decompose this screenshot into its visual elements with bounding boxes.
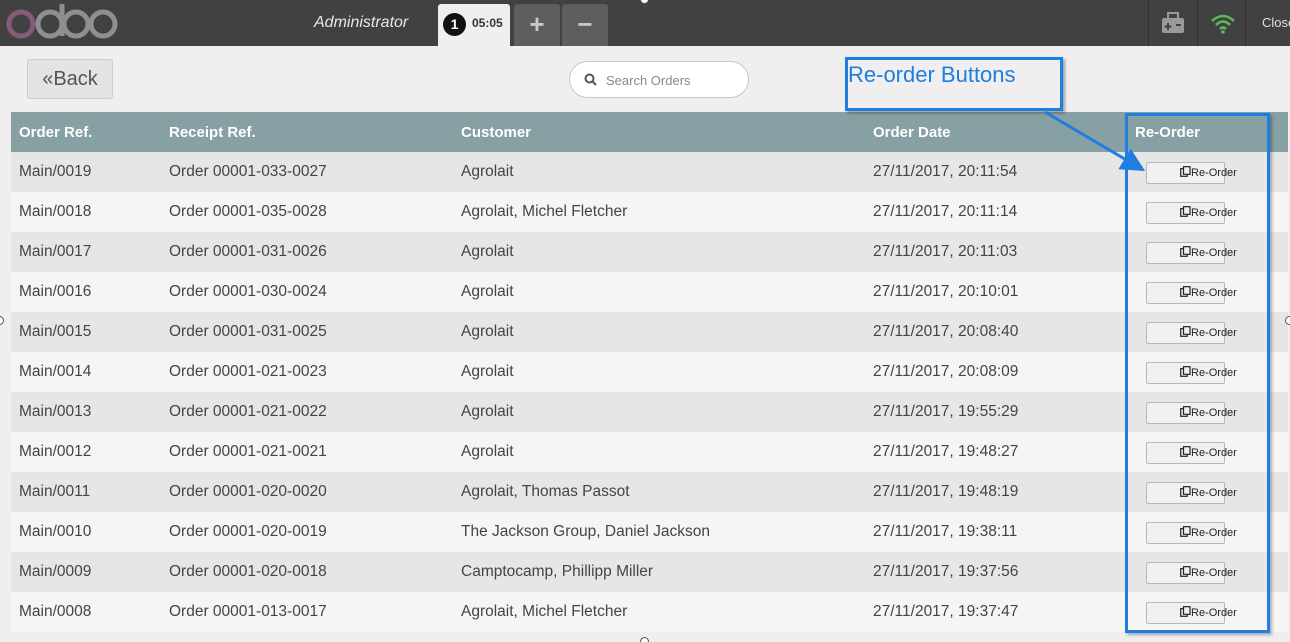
table-row[interactable]: Main/0015 Order 00001-031-0025 Agrolait 27/…: [11, 312, 1288, 352]
table-row[interactable]: Main/0017 Order 00001-031-0026 Agrolait 27/…: [11, 232, 1288, 272]
column-header-order-ref: Order Ref.: [19, 124, 93, 141]
column-header-customer: Customer: [461, 124, 532, 141]
cell-receipt-ref: Order 00001-031-0026: [169, 243, 327, 260]
printer-icon[interactable]: [1160, 10, 1186, 36]
cell-order-date: 27/11/2017, 20:08:40: [873, 323, 1019, 340]
cell-customer: Agrolait: [461, 403, 514, 420]
order-sequence-badge: 1: [443, 13, 466, 36]
cell-order-ref: Main/0010: [19, 523, 92, 540]
cell-receipt-ref: Order 00001-035-0028: [169, 203, 327, 220]
cell-order-date: 27/11/2017, 20:08:09: [873, 363, 1019, 380]
table-row[interactable]: Main/0009 Order 00001-020-0018 Camptocamp,…: [11, 552, 1288, 592]
cell-order-date: 27/11/2017, 19:55:29: [873, 403, 1019, 420]
cell-order-date: 27/11/2017, 19:38:11: [873, 523, 1018, 540]
cell-receipt-ref: Order 00001-031-0025: [169, 323, 327, 340]
cell-order-date: 27/11/2017, 20:11:14: [873, 203, 1018, 220]
table-header: Order Ref. Receipt Ref. Customer Order D…: [11, 112, 1288, 152]
cell-receipt-ref: Order 00001-030-0024: [169, 283, 327, 300]
frame-handle: [640, 637, 649, 642]
table-row[interactable]: Main/0008 Order 00001-013-0017 Agrolait, M…: [11, 592, 1288, 632]
annotation-highlight-column: [1125, 113, 1270, 633]
order-time: 05:05: [472, 16, 503, 30]
cell-order-date: 27/11/2017, 19:37:56: [873, 563, 1019, 580]
orders-table: Order Ref. Receipt Ref. Customer Order D…: [11, 112, 1288, 632]
double-chevron-left-icon: «: [42, 68, 54, 90]
cell-customer: Agrolait: [461, 283, 514, 300]
table-row[interactable]: Main/0012 Order 00001-021-0021 Agrolait 27/…: [11, 432, 1288, 472]
cell-order-ref: Main/0012: [19, 443, 92, 460]
search-orders-input[interactable]: [606, 70, 741, 90]
column-header-receipt-ref: Receipt Ref.: [169, 124, 256, 141]
cell-order-ref: Main/0016: [19, 283, 92, 300]
cell-customer: Agrolait: [461, 363, 514, 380]
search-box[interactable]: [569, 61, 749, 98]
cell-order-date: 27/11/2017, 19:37:47: [873, 603, 1019, 620]
annotation-label: Re-order Buttons: [848, 62, 1016, 87]
cell-order-date: 27/11/2017, 19:48:19: [873, 483, 1019, 500]
cell-order-ref: Main/0008: [19, 603, 92, 620]
frame-handle: [1285, 316, 1290, 325]
cell-order-date: 27/11/2017, 20:11:03: [873, 243, 1018, 260]
cell-customer: Agrolait, Michel Fletcher: [461, 203, 628, 220]
frame-handle: [0, 316, 4, 325]
cell-order-ref: Main/0017: [19, 243, 92, 260]
cell-order-ref: Main/0019: [19, 163, 92, 180]
add-order-button[interactable]: +: [514, 4, 560, 46]
cell-receipt-ref: Order 00001-020-0019: [169, 523, 327, 540]
cell-order-date: 27/11/2017, 19:48:27: [873, 443, 1019, 460]
back-button[interactable]: «Back: [27, 59, 113, 99]
cell-customer: Agrolait: [461, 323, 514, 340]
back-label: Back: [53, 68, 98, 90]
cell-customer: Agrolait, Michel Fletcher: [461, 603, 628, 620]
cell-customer: Camptocamp, Phillipp Miller: [461, 563, 654, 580]
header-divider: [1148, 0, 1149, 46]
cell-order-ref: Main/0014: [19, 363, 92, 380]
cashier-name[interactable]: Administrator: [314, 14, 408, 32]
table-body: Main/0019 Order 00001-033-0027 Agrolait 27/…: [11, 152, 1288, 632]
pos-topbar: Administrator 1 05:05 + − Close: [0, 0, 1290, 46]
table-row[interactable]: Main/0018 Order 00001-035-0028 Agrolait, M…: [11, 192, 1288, 232]
table-row[interactable]: Main/0014 Order 00001-021-0023 Agrolait 27/…: [11, 352, 1288, 392]
cell-customer: Agrolait: [461, 243, 514, 260]
cell-order-date: 27/11/2017, 20:10:01: [873, 283, 1019, 300]
order-tab-1[interactable]: 1 05:05: [438, 4, 510, 46]
cell-receipt-ref: Order 00001-020-0020: [169, 483, 327, 500]
cell-order-ref: Main/0015: [19, 323, 92, 340]
cell-receipt-ref: Order 00001-033-0027: [169, 163, 327, 180]
cell-receipt-ref: Order 00001-020-0018: [169, 563, 327, 580]
table-row[interactable]: Main/0010 Order 00001-020-0019 The Jackson…: [11, 512, 1288, 552]
close-button[interactable]: Close: [1262, 15, 1290, 30]
cell-order-ref: Main/0011: [19, 483, 91, 500]
header-divider: [1197, 0, 1198, 46]
odoo-logo: [6, 4, 118, 39]
table-row[interactable]: Main/0013 Order 00001-021-0022 Agrolait 27/…: [11, 392, 1288, 432]
table-row[interactable]: Main/0011 Order 00001-020-0020 Agrolait, T…: [11, 472, 1288, 512]
cell-customer: Agrolait, Thomas Passot: [461, 483, 630, 500]
table-row[interactable]: Main/0019 Order 00001-033-0027 Agrolait 27/…: [11, 152, 1288, 192]
cell-customer: Agrolait: [461, 163, 514, 180]
cell-receipt-ref: Order 00001-021-0023: [169, 363, 327, 380]
cell-order-ref: Main/0009: [19, 563, 92, 580]
column-header-order-date: Order Date: [873, 124, 951, 141]
cell-order-ref: Main/0013: [19, 403, 92, 420]
cell-customer: Agrolait: [461, 443, 514, 460]
table-row[interactable]: Main/0016 Order 00001-030-0024 Agrolait 27/…: [11, 272, 1288, 312]
search-icon: [584, 73, 597, 86]
cell-customer: The Jackson Group, Daniel Jackson: [461, 523, 710, 540]
cell-order-ref: Main/0018: [19, 203, 92, 220]
remove-order-button[interactable]: −: [562, 4, 608, 46]
wifi-icon[interactable]: [1210, 11, 1236, 37]
cell-receipt-ref: Order 00001-021-0022: [169, 403, 327, 420]
header-divider: [1245, 0, 1246, 46]
cell-receipt-ref: Order 00001-013-0017: [169, 603, 327, 620]
cell-order-date: 27/11/2017, 20:11:54: [873, 163, 1018, 180]
cell-receipt-ref: Order 00001-021-0021: [169, 443, 327, 460]
